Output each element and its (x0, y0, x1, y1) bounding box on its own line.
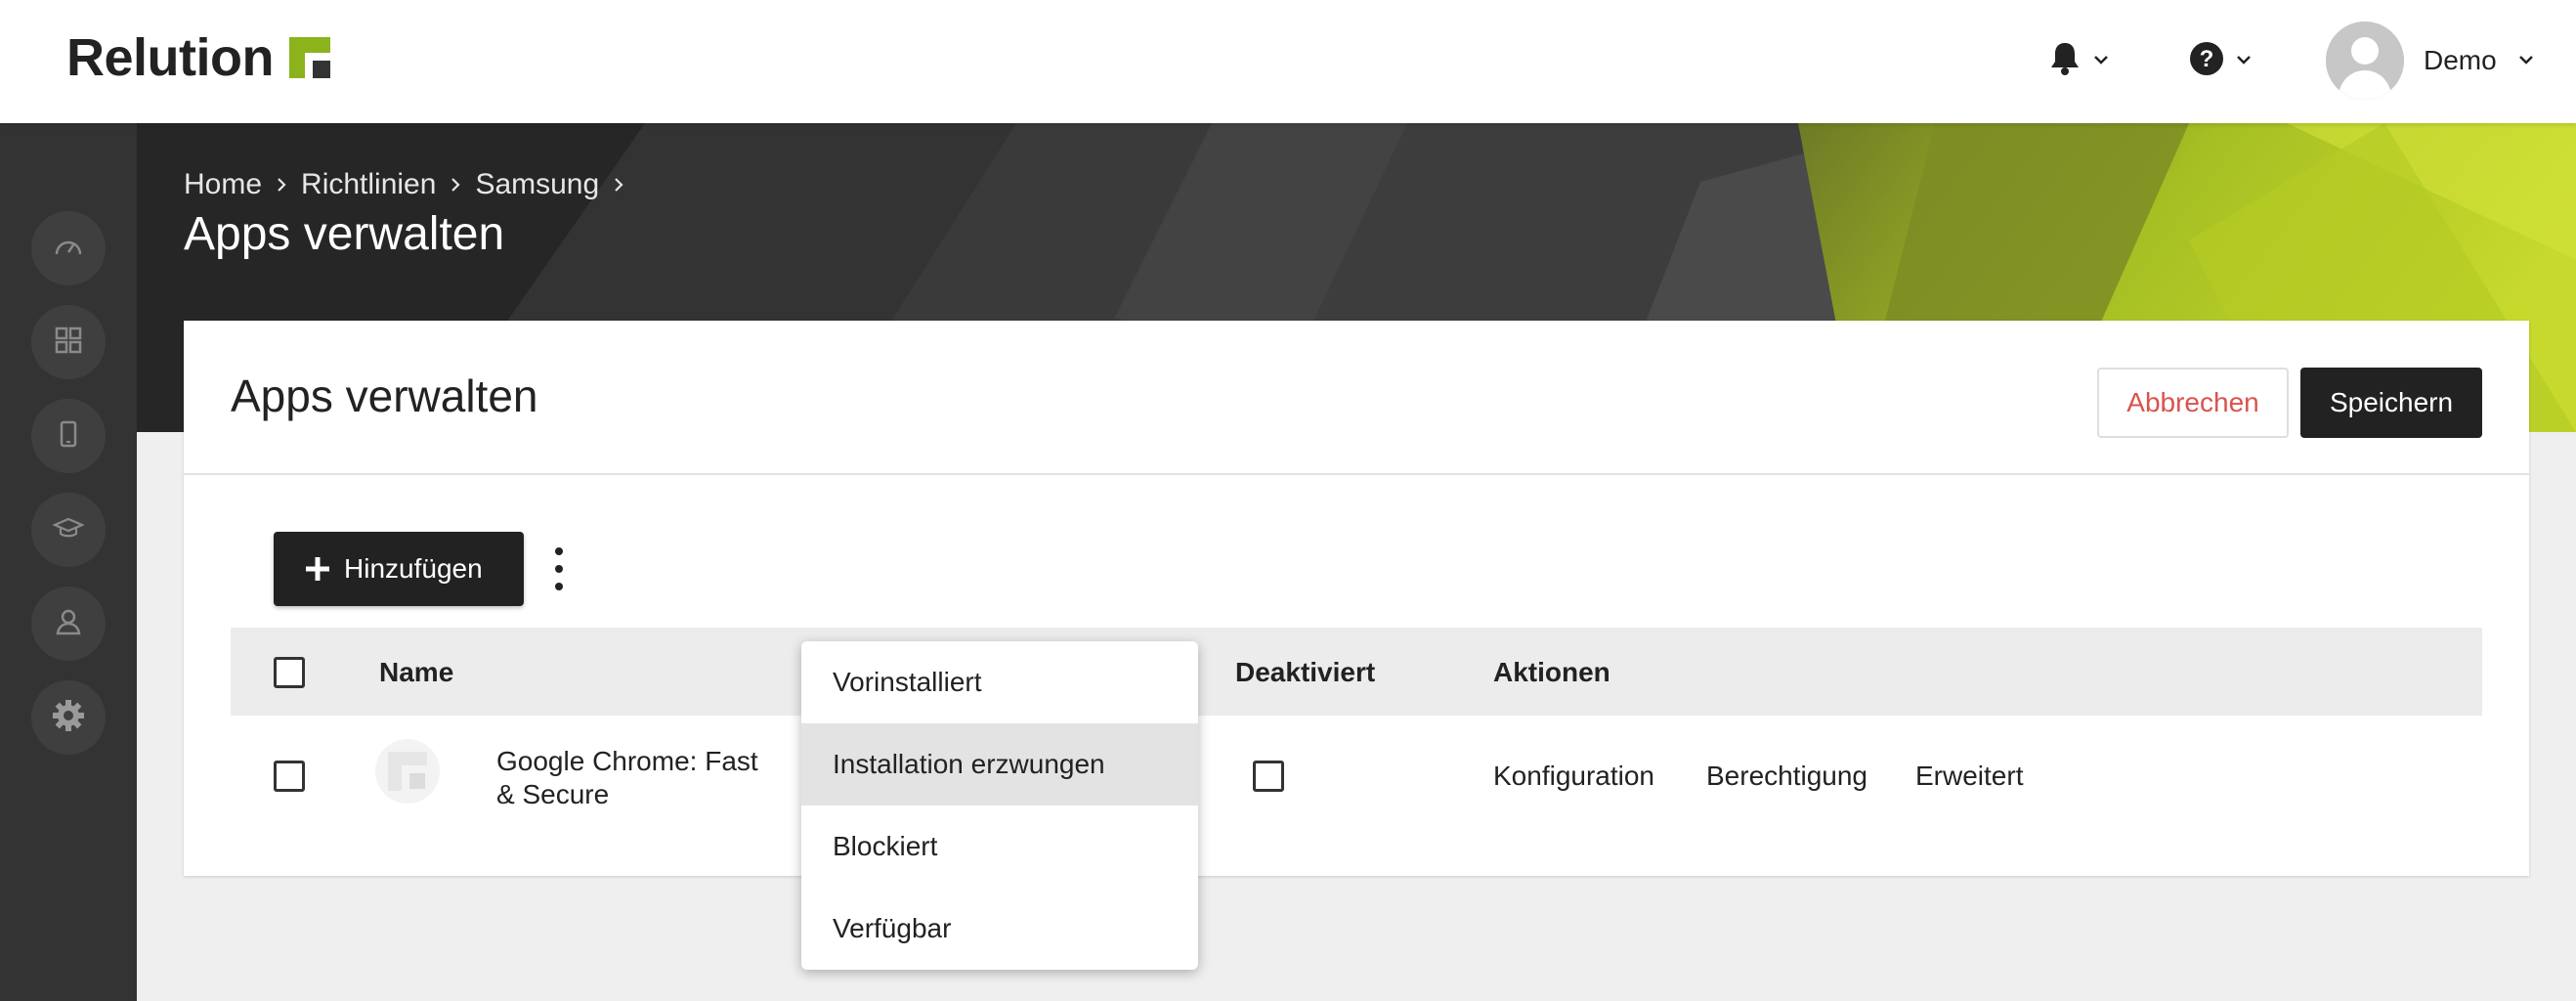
graduation-cap-icon (52, 516, 85, 544)
page-title: Apps verwalten (184, 208, 505, 260)
svg-text:?: ? (2200, 46, 2214, 72)
breadcrumb-home[interactable]: Home (184, 168, 262, 201)
sidebar-item-apps[interactable] (31, 305, 106, 379)
more-options-icon[interactable] (549, 547, 569, 590)
sidebar-item-settings[interactable] (31, 680, 106, 755)
logo-text: Relution (66, 28, 274, 87)
save-button[interactable]: Speichern (2300, 368, 2482, 438)
plus-icon (305, 556, 330, 582)
permission-link[interactable]: Berechtigung (1706, 761, 1868, 792)
advanced-link[interactable]: Erweitert (1915, 761, 2023, 792)
app-placeholder-icon (375, 739, 440, 804)
dashboard-gauge-icon (54, 235, 83, 263)
column-header-name[interactable]: Name (379, 657, 453, 688)
sidebar-item-dashboard[interactable] (31, 211, 106, 285)
device-phone-icon (60, 420, 77, 453)
question-circle-icon: ? (2189, 41, 2224, 81)
option-blockiert[interactable]: Blockiert (801, 805, 1198, 888)
sidebar-item-devices[interactable] (31, 399, 106, 473)
relution-logo[interactable]: Relution (66, 27, 330, 88)
deactivated-checkbox[interactable] (1253, 761, 1284, 792)
option-vorinstalliert[interactable]: Vorinstalliert (801, 641, 1198, 723)
sidebar (0, 123, 137, 1001)
breadcrumb: Home Richtlinien Samsung (184, 168, 638, 201)
breadcrumb-samsung[interactable]: Samsung (475, 168, 599, 201)
option-verfuegbar[interactable]: Verfügbar (801, 888, 1198, 970)
chevron-down-icon (2236, 52, 2252, 69)
user-menu[interactable]: Demo (2326, 22, 2534, 100)
gear-icon (52, 699, 85, 737)
column-header-deaktiviert: Deaktiviert (1235, 657, 1376, 687)
select-all-checkbox[interactable] (274, 657, 305, 688)
add-button[interactable]: Hinzufügen (274, 532, 524, 606)
logo-mark-icon (288, 37, 330, 78)
avatar (2326, 22, 2404, 100)
apps-grid-icon (55, 326, 82, 359)
cancel-button[interactable]: Abbrechen (2097, 368, 2289, 438)
table-header: Name Deaktiviert Aktionen (231, 628, 2482, 716)
chevron-down-icon (2518, 52, 2534, 69)
user-icon (56, 608, 81, 640)
sidebar-item-education[interactable] (31, 493, 106, 567)
row-select-checkbox[interactable] (274, 761, 305, 792)
top-bar: Relution ? Demo (0, 0, 2576, 123)
configuration-link[interactable]: Konfiguration (1493, 761, 1654, 792)
chevron-right-icon (613, 176, 624, 194)
chevron-right-icon (450, 176, 461, 194)
bell-icon (2048, 41, 2082, 81)
chevron-right-icon (276, 176, 287, 194)
divider (184, 473, 2529, 475)
card-title: Apps verwalten (231, 370, 538, 421)
option-installation-erzwungen[interactable]: Installation erzwungen (801, 723, 1198, 805)
app-name[interactable]: Google Chrome: Fast & Secure (496, 745, 780, 811)
column-header-aktionen: Aktionen (1493, 657, 1610, 687)
table-row: Google Chrome: Fast & Secure Konfigurati… (231, 716, 2482, 837)
sidebar-item-users[interactable] (31, 587, 106, 661)
help-button[interactable]: ? (2189, 35, 2252, 86)
chevron-down-icon (2093, 52, 2109, 69)
user-name: Demo (2424, 45, 2497, 75)
apps-card: Apps verwalten Abbrechen Speichern Hinzu… (184, 321, 2529, 876)
install-mode-dropdown: Vorinstalliert Installation erzwungen Bl… (801, 641, 1198, 970)
add-button-label: Hinzufügen (344, 553, 483, 584)
notifications-button[interactable] (2048, 35, 2109, 86)
breadcrumb-richtlinien[interactable]: Richtlinien (301, 168, 436, 201)
